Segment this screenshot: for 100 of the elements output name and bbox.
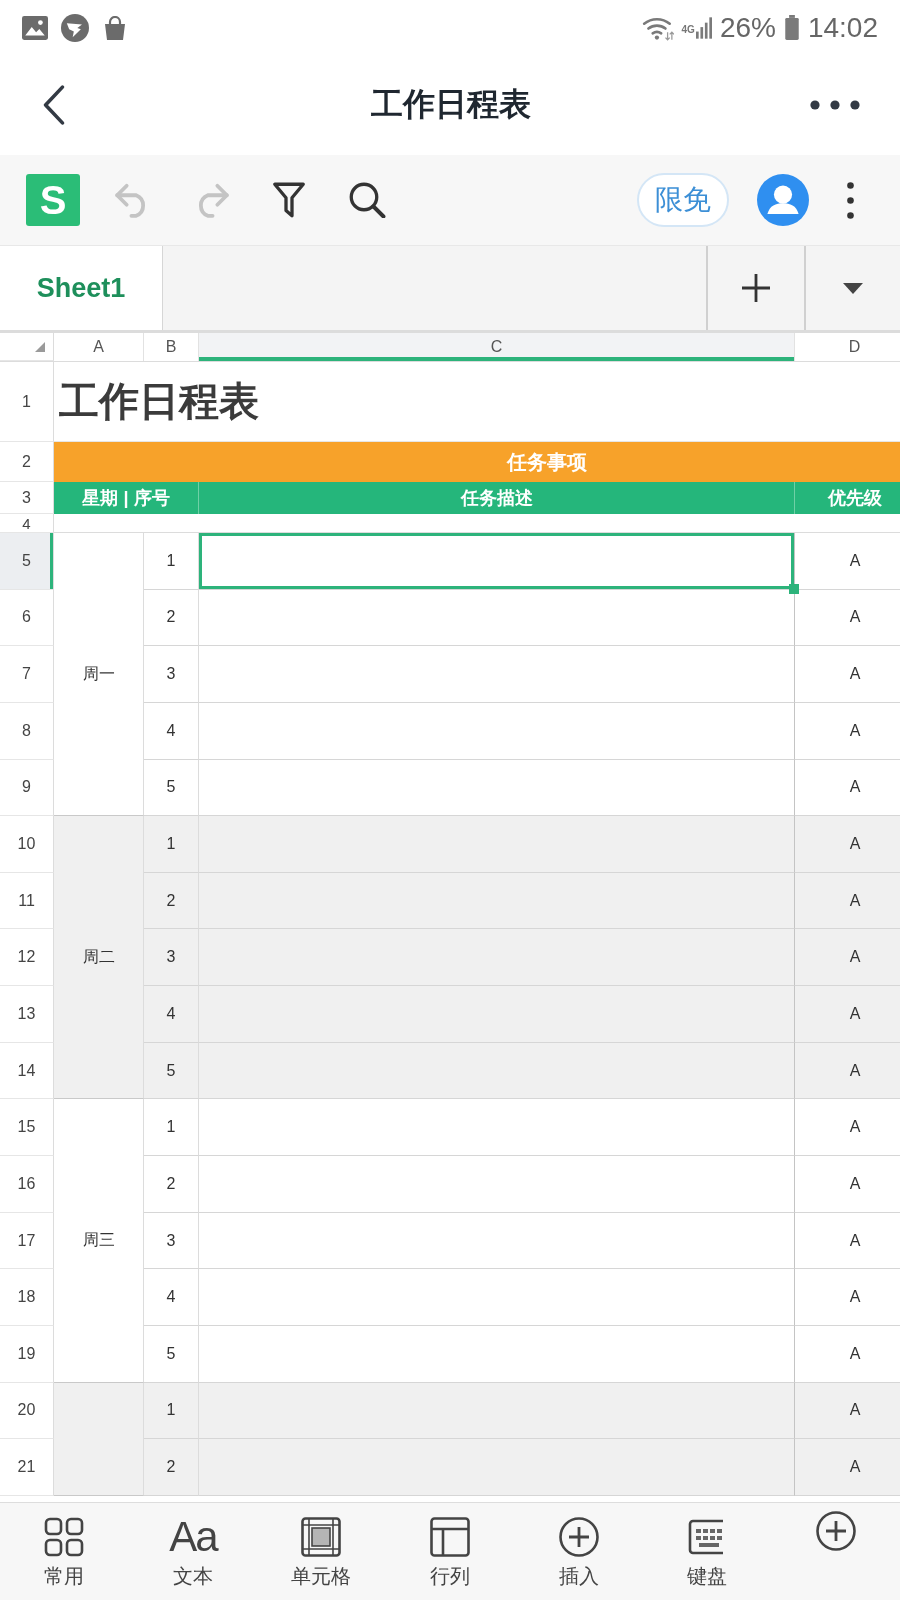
row-number: 18 <box>0 1269 54 1326</box>
search-icon[interactable] <box>348 182 386 218</box>
row-number: 16 <box>0 1156 54 1213</box>
battery-icon <box>784 15 799 40</box>
task-cell[interactable] <box>199 872 795 930</box>
task-cell[interactable] <box>199 1099 795 1157</box>
tool-tab[interactable]: 单元格 <box>257 1503 386 1600</box>
row-number: 21 <box>0 1439 54 1496</box>
number-cell: 1 <box>144 1382 199 1440</box>
fill-handle[interactable] <box>789 583 799 594</box>
plus-circle-icon <box>558 1517 599 1557</box>
notification-app-icon <box>61 13 89 42</box>
number-cell: 4 <box>144 986 199 1043</box>
row-number: 9 <box>0 759 54 817</box>
task-cell[interactable] <box>199 702 795 760</box>
day-cell: 周一 <box>54 533 144 817</box>
tool-tab[interactable]: Aa 文本 <box>128 1503 258 1600</box>
more-vertical-icon[interactable] <box>847 181 854 219</box>
column-heading: 优先级 <box>795 482 900 514</box>
row-number: 2 <box>0 442 54 482</box>
gallery-icon <box>22 15 48 40</box>
number-cell: 3 <box>144 646 199 703</box>
task-cell[interactable] <box>199 1269 795 1326</box>
row-number: 10 <box>0 816 54 873</box>
number-cell: 2 <box>144 1439 199 1496</box>
battery-percent: 26% <box>719 11 776 44</box>
row-number: 14 <box>0 1042 54 1100</box>
number-cell: 4 <box>144 1269 199 1326</box>
filter-icon[interactable] <box>270 182 308 218</box>
more-icon[interactable] <box>810 100 860 110</box>
row-number: 15 <box>0 1099 54 1157</box>
column-heading: 任务描述 <box>199 482 795 514</box>
grid-icon <box>44 1517 85 1557</box>
task-cell[interactable] <box>199 1156 795 1213</box>
column-header[interactable]: D <box>795 333 900 361</box>
cell-icon <box>301 1517 342 1557</box>
priority-cell: A <box>795 1382 900 1440</box>
number-cell: 1 <box>144 1099 199 1157</box>
row-number: 20 <box>0 1382 54 1440</box>
task-cell[interactable] <box>199 1212 795 1270</box>
column-header[interactable]: A <box>54 333 144 361</box>
corner-triangle-icon[interactable] <box>35 341 45 352</box>
column-header[interactable]: C <box>199 333 795 361</box>
task-cell[interactable] <box>199 759 795 817</box>
row-number: 13 <box>0 986 54 1043</box>
app-logo: S <box>26 174 80 226</box>
font-style-glyph: Aa <box>169 1517 217 1557</box>
section-header: 任务事项 <box>54 442 900 482</box>
number-cell: 3 <box>144 1212 199 1270</box>
tool-tab[interactable]: 常用 <box>0 1503 129 1600</box>
row-number: 3 <box>0 482 54 514</box>
task-cell[interactable] <box>199 1042 795 1100</box>
number-cell: 5 <box>144 1042 199 1100</box>
shopping-bag-icon <box>102 15 128 40</box>
row-number: 17 <box>0 1212 54 1270</box>
signal-icon <box>695 16 712 39</box>
number-cell: 1 <box>144 533 199 590</box>
back-icon[interactable] <box>42 85 66 125</box>
number-cell: 2 <box>144 589 199 647</box>
tool-tab[interactable]: 插入 <box>514 1503 643 1600</box>
caret-icon <box>843 282 863 294</box>
row-number: 8 <box>0 702 54 760</box>
tool-tab[interactable]: 行列 <box>385 1503 515 1600</box>
row-number: 19 <box>0 1325 54 1383</box>
plus-circle-icon <box>815 1511 856 1551</box>
task-cell[interactable] <box>199 646 795 703</box>
document-title: 工作日程表 <box>371 85 531 124</box>
number-cell: 1 <box>144 816 199 873</box>
priority-cell: A <box>795 1439 900 1496</box>
row-number: 5 <box>0 533 54 590</box>
avatar-icon[interactable] <box>757 174 809 226</box>
number-cell: 4 <box>144 702 199 760</box>
task-cell[interactable] <box>199 929 795 987</box>
row-number: 12 <box>0 929 54 987</box>
row-number: 11 <box>0 872 54 930</box>
priority-cell: A <box>795 816 900 873</box>
number-cell: 2 <box>144 1156 199 1213</box>
row-number: 7 <box>0 646 54 703</box>
network-type: 4G <box>681 23 695 35</box>
number-cell: 3 <box>144 929 199 987</box>
priority-cell: A <box>795 929 900 987</box>
row-number: 1 <box>0 362 54 442</box>
row-number: 6 <box>0 589 54 647</box>
row-number: 4 <box>0 514 54 533</box>
day-cell: 周三 <box>54 1099 144 1383</box>
sheet-tab[interactable]: Sheet1 <box>0 246 163 330</box>
task-cell[interactable] <box>199 816 795 873</box>
task-cell[interactable] <box>199 986 795 1043</box>
task-cell[interactable] <box>199 1439 795 1496</box>
table-icon <box>430 1517 470 1557</box>
priority-cell: A <box>795 986 900 1043</box>
day-cell: 周二 <box>54 816 144 1100</box>
clock-time: 14:02 <box>807 11 878 44</box>
task-cell[interactable] <box>199 1382 795 1440</box>
priority-cell: A <box>795 1042 900 1100</box>
task-cell[interactable] <box>199 1325 795 1383</box>
plus-icon <box>742 274 770 302</box>
number-cell: 2 <box>144 872 199 930</box>
tool-tab[interactable]: 键盘 <box>642 1503 772 1600</box>
priority-cell: A <box>795 872 900 930</box>
